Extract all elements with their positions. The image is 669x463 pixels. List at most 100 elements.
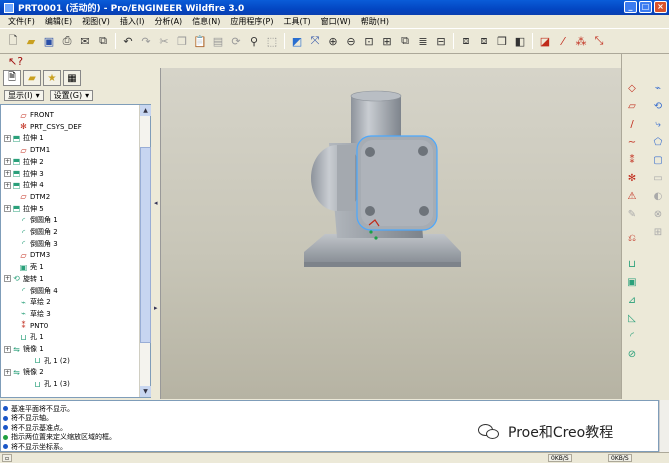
paste-special-icon[interactable]: ▤ <box>210 33 226 49</box>
chamfer-tool-icon[interactable]: ⊘ <box>624 346 640 362</box>
tree-scrollbar[interactable]: ▲ ▼ <box>139 105 151 397</box>
expand-icon[interactable]: + <box>4 158 11 166</box>
new-file-icon[interactable]: 🗋 <box>5 33 21 49</box>
print-icon[interactable]: ⎙ <box>59 33 75 49</box>
expand-icon[interactable]: + <box>4 134 11 142</box>
selection-filter-icon[interactable]: ⬚ <box>264 33 280 49</box>
sweep-tool-icon[interactable]: ⤷ <box>650 116 666 132</box>
close-button[interactable]: × <box>654 1 667 13</box>
datum-curve-icon[interactable]: ∼ <box>624 134 640 150</box>
show-dropdown[interactable]: 显示(I) ▾ <box>4 89 44 101</box>
expand-arrow-icon[interactable]: ▸ <box>154 304 158 312</box>
tree-item[interactable]: ◜ 倒圆角 4 <box>11 285 58 297</box>
tree-item[interactable]: + ⬒ 拉伸 3 <box>4 168 44 180</box>
tree-item[interactable]: ✻ PRT_CSYS_DEF <box>11 121 82 133</box>
navigator-sash[interactable]: ◂ ▸ <box>153 54 160 399</box>
menu-help[interactable]: 帮助(H) <box>356 16 394 27</box>
tree-item[interactable]: ⊔ 孔 1 (3) <box>25 378 69 390</box>
datum-plane-tool-icon[interactable]: ◇ <box>624 80 640 96</box>
menu-applications[interactable]: 应用程序(P) <box>225 16 278 27</box>
paste-icon[interactable]: 📋 <box>192 33 208 49</box>
tree-item[interactable]: ⌁ 草绘 3 <box>11 308 51 320</box>
rib-tool-icon[interactable]: ⊿ <box>624 292 640 308</box>
menu-file[interactable]: 文件(F) <box>3 16 40 27</box>
sketched-datum-icon[interactable]: ✎ <box>624 206 640 222</box>
expand-icon[interactable]: + <box>4 345 11 353</box>
tree-item[interactable]: ▱ FRONT <box>11 109 54 121</box>
analysis-feature-icon[interactable]: ⚠ <box>624 188 640 204</box>
copy-icon[interactable]: ❐ <box>174 33 190 49</box>
hidden-line-icon[interactable]: ⧈ <box>476 33 492 49</box>
model-tree-tab-icon[interactable]: 🗎 <box>3 70 21 86</box>
datum-plane-icon[interactable]: ▱ <box>624 98 640 114</box>
tree-item[interactable]: + ⬒ 拉伸 5 <box>4 203 44 215</box>
draft-tool-icon[interactable]: ◺ <box>624 310 640 326</box>
reorient-icon[interactable]: ⊞ <box>379 33 395 49</box>
tree-item[interactable]: ▱ DTM1 <box>11 144 50 156</box>
history-tab-icon[interactable]: ▦ <box>63 70 81 86</box>
menu-insert[interactable]: 插入(I) <box>115 16 150 27</box>
find-icon[interactable]: ⚲ <box>246 33 262 49</box>
menu-view[interactable]: 视图(V) <box>77 16 115 27</box>
revolve-tool-icon[interactable]: ⟲ <box>650 98 666 114</box>
zoom-out-icon[interactable]: ⊖ <box>343 33 359 49</box>
tree-item[interactable]: + ⬒ 拉伸 4 <box>4 179 44 191</box>
datum-axes-toggle-icon[interactable]: ⁄ <box>555 33 571 49</box>
expand-icon[interactable]: + <box>4 205 11 213</box>
datum-points-toggle-icon[interactable]: ⁂ <box>573 33 589 49</box>
tree-item[interactable]: + ⬒ 拉伸 1 <box>4 132 44 144</box>
scrollbar-thumb[interactable] <box>140 147 151 343</box>
sketch-tool-icon[interactable]: ⌁ <box>650 80 666 96</box>
style-tool-icon[interactable]: ◐ <box>650 188 666 204</box>
round-tool-icon[interactable]: ◜ <box>624 328 640 344</box>
datum-point-icon[interactable]: ⁑ <box>624 152 640 168</box>
favorites-tab-icon[interactable]: ★ <box>43 70 61 86</box>
cut-icon[interactable]: ✂ <box>156 33 172 49</box>
shell-tool-icon[interactable]: ▣ <box>624 274 640 290</box>
boundary-blend-icon[interactable]: ▢ <box>650 152 666 168</box>
redo-icon[interactable]: ↷ <box>138 33 154 49</box>
blend-tool-icon[interactable]: ⬠ <box>650 134 666 150</box>
tree-item[interactable]: ⁑ PNT0 <box>11 320 49 332</box>
settings-dropdown[interactable]: 设置(G) ▾ <box>49 89 94 101</box>
repaint-icon[interactable]: ◩ <box>289 33 305 49</box>
csys-icon[interactable]: ✻ <box>624 170 640 186</box>
shading-icon[interactable]: ◧ <box>512 33 528 49</box>
zoom-in-icon[interactable]: ⊕ <box>325 33 341 49</box>
collapse-arrow-icon[interactable]: ◂ <box>154 199 158 207</box>
scroll-up-icon[interactable]: ▲ <box>140 105 151 116</box>
datum-planes-toggle-icon[interactable]: ◪ <box>537 33 553 49</box>
refit-icon[interactable]: ⊡ <box>361 33 377 49</box>
status-link-icon[interactable]: ▫ <box>2 454 13 462</box>
context-help-icon[interactable]: ↖? <box>8 55 23 68</box>
message-scrollbar[interactable] <box>659 400 669 452</box>
undo-icon[interactable]: ↶ <box>120 33 136 49</box>
maximize-button[interactable]: □ <box>639 1 652 13</box>
hole-tool-icon[interactable]: ⊔ <box>624 256 640 272</box>
send-mail-icon[interactable]: ✉ <box>77 33 93 49</box>
expand-icon[interactable]: + <box>4 170 11 177</box>
expand-icon[interactable]: + <box>4 181 11 189</box>
tree-item[interactable]: + ⇋ 镜像 1 <box>4 343 44 355</box>
layers-icon[interactable]: ≣ <box>415 33 431 49</box>
tree-item[interactable]: ◜ 倒圆角 1 <box>11 214 58 226</box>
save-icon[interactable]: ▣ <box>41 33 57 49</box>
scroll-down-icon[interactable]: ▼ <box>140 386 151 397</box>
folder-browser-tab-icon[interactable]: ▰ <box>23 70 41 86</box>
open-file-icon[interactable]: ▰ <box>23 33 39 49</box>
copy-geometry-icon[interactable]: ⊞ <box>650 224 666 240</box>
expand-icon[interactable]: + <box>4 368 11 376</box>
expand-icon[interactable]: + <box>4 275 11 283</box>
tree-item[interactable]: + ⇋ 镜像 2 <box>4 366 44 378</box>
copy-screen-icon[interactable]: ⧉ <box>95 33 111 49</box>
part-model[interactable] <box>161 68 621 399</box>
tree-item[interactable]: + ⟲ 旋转 1 <box>4 273 44 285</box>
tree-item[interactable]: ▱ DTM3 <box>11 249 50 261</box>
tree-item[interactable]: ▱ DTM2 <box>11 191 50 203</box>
menu-edit[interactable]: 编辑(E) <box>40 16 77 27</box>
tree-item[interactable]: ▣ 壳 1 <box>11 261 44 273</box>
spin-center-icon[interactable]: ⤧ <box>307 33 323 49</box>
menu-analysis[interactable]: 分析(A) <box>149 16 187 27</box>
no-hidden-icon[interactable]: ❒ <box>494 33 510 49</box>
tree-item[interactable]: ⌁ 草绘 2 <box>11 296 51 308</box>
